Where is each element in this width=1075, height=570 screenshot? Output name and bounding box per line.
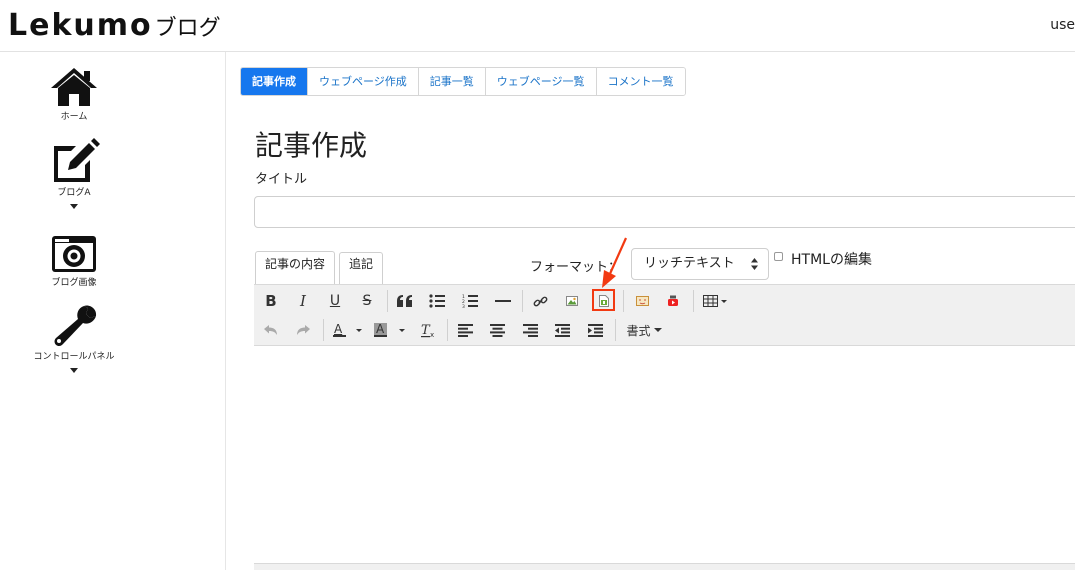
image-icon[interactable] xyxy=(562,290,582,312)
chevron-down-icon[interactable] xyxy=(70,368,78,373)
emoji-icon[interactable] xyxy=(632,290,652,312)
tab-entry-body[interactable]: 記事の内容 xyxy=(255,251,336,285)
style-menu-label: 書式 xyxy=(626,323,651,338)
link-icon[interactable] xyxy=(530,290,550,312)
outdent-icon[interactable] xyxy=(552,319,572,341)
svg-text:3: 3 xyxy=(462,304,465,308)
format-select[interactable]: リッチテキスト xyxy=(631,248,769,280)
editor-toolbar: B I U S 123 A A T x 書式 xyxy=(254,284,1075,346)
format-select-value: リッチテキスト xyxy=(644,256,735,271)
tab-webpage-list[interactable]: ウェブページ一覧 xyxy=(484,68,596,95)
style-menu-button[interactable]: 書式 xyxy=(622,319,666,341)
title-input[interactable] xyxy=(254,196,1075,228)
sidebar-item-label: コントロールパネル xyxy=(33,352,115,362)
highlight-box xyxy=(592,289,615,311)
header: Lekumo ブログ use xyxy=(0,0,1075,52)
bold-icon[interactable]: B xyxy=(262,290,280,312)
toolbar-separator xyxy=(623,290,624,312)
tab-comment-list[interactable]: コメント一覧 xyxy=(595,68,685,95)
page-title: 記事作成 xyxy=(255,129,368,162)
camera-icon xyxy=(52,236,96,272)
user-menu[interactable]: use xyxy=(1050,17,1075,33)
underline-icon[interactable]: U xyxy=(326,290,344,312)
strikethrough-icon[interactable]: S xyxy=(358,290,376,312)
nav-tabs: 記事作成 ウェブページ作成 記事一覧 ウェブページ一覧 コメント一覧 xyxy=(240,67,686,96)
sidebar-item-home[interactable]: ホーム xyxy=(0,66,148,122)
logo-main: Lekumo xyxy=(8,8,153,43)
tab-entry-list[interactable]: 記事一覧 xyxy=(417,68,485,95)
table-icon[interactable] xyxy=(701,290,729,312)
align-center-icon[interactable] xyxy=(487,319,507,341)
horizontal-rule-icon[interactable] xyxy=(493,290,513,312)
toolbar-separator xyxy=(447,319,448,341)
sidebar-item-blog[interactable]: ブログA xyxy=(0,138,148,209)
sidebar-item-blog-images[interactable]: ブログ画像 xyxy=(0,234,148,288)
toolbar-separator xyxy=(387,290,388,312)
html-edit-checkbox[interactable] xyxy=(774,252,783,261)
undo-icon[interactable] xyxy=(262,319,280,341)
svg-text:A: A xyxy=(376,322,385,336)
text-color-icon[interactable]: A xyxy=(331,319,363,341)
home-icon xyxy=(51,68,97,106)
bullet-list-icon[interactable] xyxy=(427,290,447,312)
toolbar-separator xyxy=(323,319,324,341)
logo-sub: ブログ xyxy=(154,16,221,41)
tab-create-webpage[interactable]: ウェブページ作成 xyxy=(307,68,418,95)
html-edit-label: HTMLの編集 xyxy=(791,252,872,268)
sidebar-item-label: ブログA xyxy=(57,188,91,198)
toolbar-separator xyxy=(693,290,694,312)
chevron-down-icon xyxy=(653,327,662,332)
sidebar-item-label: ブログ画像 xyxy=(51,278,97,288)
wrench-icon xyxy=(54,305,97,346)
tab-create-entry[interactable]: 記事作成 xyxy=(241,68,307,95)
select-arrows-icon xyxy=(751,258,758,270)
align-right-icon[interactable] xyxy=(520,319,540,341)
numbered-list-icon[interactable]: 123 xyxy=(460,290,480,312)
logo[interactable]: Lekumo ブログ xyxy=(8,8,221,43)
editor-content-area[interactable] xyxy=(254,346,1075,564)
italic-icon[interactable]: I xyxy=(294,290,312,312)
redo-icon[interactable] xyxy=(294,319,312,341)
toolbar-separator xyxy=(522,290,523,312)
video-icon[interactable] xyxy=(663,290,683,312)
annotation-arrow-icon xyxy=(602,237,628,288)
clear-format-icon[interactable]: Tx xyxy=(418,319,438,341)
chevron-down-icon[interactable] xyxy=(70,204,78,209)
sidebar-item-label: ホーム xyxy=(60,112,88,122)
blockquote-icon[interactable] xyxy=(395,290,415,312)
indent-icon[interactable] xyxy=(585,319,605,341)
background-color-icon[interactable]: A xyxy=(372,319,406,341)
svg-text:x: x xyxy=(430,331,434,338)
title-label: タイトル xyxy=(255,172,308,187)
svg-text:A: A xyxy=(334,322,343,336)
sidebar-item-control-panel[interactable]: コントロールパネル xyxy=(0,304,148,373)
toolbar-separator xyxy=(615,319,616,341)
editor-statusbar xyxy=(254,563,1075,570)
tab-extended-entry[interactable]: 追記 xyxy=(339,252,384,285)
sidebar: ホーム ブログA ブログ画像 コントロールパネル xyxy=(0,52,226,570)
align-left-icon[interactable] xyxy=(455,319,475,341)
edit-icon xyxy=(54,138,100,182)
